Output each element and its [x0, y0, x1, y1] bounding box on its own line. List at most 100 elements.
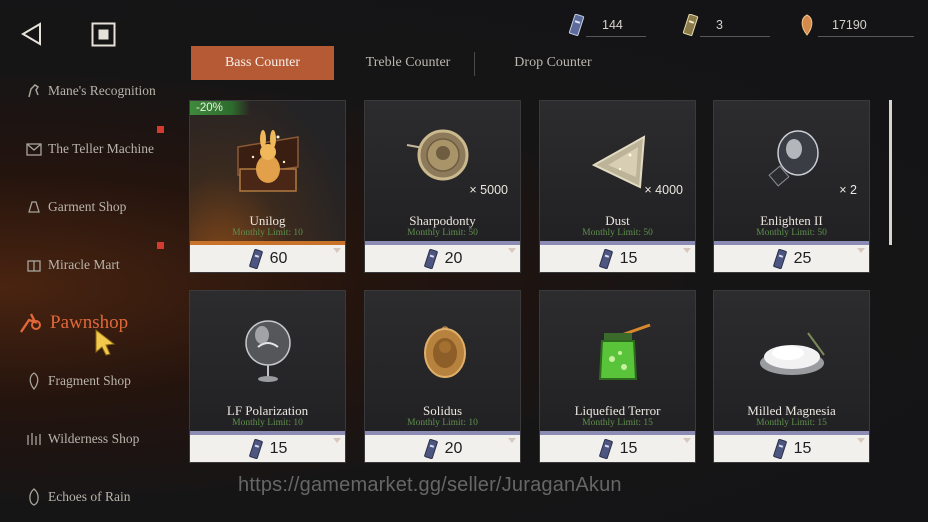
item-price-value: 15 [619, 440, 638, 457]
sidebar-item-garment-shop[interactable]: Garment Shop [24, 192, 126, 222]
item-price: 15 [540, 435, 695, 462]
home-button[interactable] [91, 22, 116, 47]
back-triangle-icon [21, 22, 41, 46]
shop-item-card-solidus[interactable]: Solidus Monthly Limit: 10 20 [364, 290, 521, 463]
currency-ticket-blue-value: 144 [602, 18, 623, 32]
item-monthly-limit: Monthly Limit: 15 [756, 418, 827, 428]
item-monthly-limit: Monthly Limit: 15 [582, 418, 653, 428]
item-price-value: 15 [619, 250, 638, 267]
grid-scrollbar[interactable] [889, 100, 892, 245]
item-price: 15 [190, 435, 345, 462]
currency-underline [586, 36, 646, 37]
sidebar-notification-badge [157, 126, 164, 133]
corner-marker-icon [683, 248, 691, 253]
shop-item-card-liquefied-terror[interactable]: Liquefied Terror Monthly Limit: 15 15 [539, 290, 696, 463]
ticket-blue-icon [248, 249, 263, 269]
item-monthly-limit: Monthly Limit: 10 [232, 418, 303, 428]
corner-marker-icon [508, 248, 516, 253]
item-name: Liquefied Terror [574, 403, 661, 418]
ticket-gold-icon [680, 14, 702, 36]
sidebar-item-label: Pawnshop [50, 312, 129, 333]
tab-treble-counter[interactable]: Treble Counter [344, 46, 472, 80]
item-price: 20 [365, 245, 520, 272]
mart-icon [24, 255, 44, 275]
corner-marker-icon [857, 248, 865, 253]
ticket-blue-icon [772, 249, 787, 269]
back-button[interactable] [20, 22, 44, 46]
item-name: Milled Magnesia [747, 403, 836, 418]
item-name: Enlighten II [760, 213, 823, 228]
item-monthly-limit: Monthly Limit: 50 [407, 228, 478, 238]
fragment-icon [24, 371, 44, 391]
ticket-blue-icon [423, 249, 438, 269]
sidebar-item-label: Miracle Mart [48, 257, 120, 272]
corner-marker-icon [857, 438, 865, 443]
sidebar-item-fragment-shop[interactable]: Fragment Shop [24, 366, 131, 396]
green-jar-icon [540, 291, 695, 403]
item-price-value: 20 [444, 250, 463, 267]
watermark-text: https://gamemarket.gg/seller/JuraganAkun [238, 474, 622, 496]
sidebar-item-wilderness-shop[interactable]: Wilderness Shop [24, 424, 139, 454]
corner-marker-icon [683, 438, 691, 443]
discount-badge: -20% [190, 101, 250, 115]
corner-marker-icon [333, 248, 341, 253]
tab-drop-counter[interactable]: Drop Counter [486, 46, 620, 80]
item-price-value: 20 [444, 440, 463, 457]
shop-item-card-enlighten-ii[interactable]: × 2 Enlighten II Monthly Limit: 50 25 [713, 100, 870, 273]
sidebar-item-teller-machine[interactable]: The Teller Machine [24, 134, 154, 164]
currency-underline [818, 36, 914, 37]
item-price-value: 15 [269, 440, 288, 457]
item-monthly-limit: Monthly Limit: 10 [407, 418, 478, 428]
wilderness-icon [24, 429, 44, 449]
sidebar-item-manes-recognition[interactable]: Mane's Recognition [24, 76, 156, 106]
item-monthly-limit: Monthly Limit: 50 [582, 228, 653, 238]
sidebar-notification-badge [157, 242, 164, 249]
item-name: Sharpodonty [409, 213, 476, 228]
item-name: LF Polarization [226, 403, 309, 418]
shop-item-card-milled-magnesia[interactable]: Milled Magnesia Monthly Limit: 15 15 [713, 290, 870, 463]
gold-medallion-icon [365, 291, 520, 403]
item-price: 25 [714, 245, 869, 272]
ticket-blue-icon [566, 14, 588, 36]
currency-oric[interactable]: 17190 [796, 12, 914, 38]
currency-ticket-gold-value: 3 [716, 18, 723, 32]
oric-shard-icon [796, 14, 818, 36]
garment-icon [24, 197, 44, 217]
corner-marker-icon [333, 438, 341, 443]
sidebar-item-miracle-mart[interactable]: Miracle Mart [24, 250, 120, 280]
golden-rabbit-box-icon [190, 101, 345, 213]
counter-tabs: Bass Counter Treble Counter Drop Counter [190, 46, 890, 80]
rain-icon [24, 487, 44, 507]
shop-item-card-lf-polarization[interactable]: LF Polarization Monthly Limit: 10 15 [189, 290, 346, 463]
shop-item-card-dust[interactable]: × 4000 Dust Monthly Limit: 50 15 [539, 100, 696, 273]
ticket-blue-icon [423, 439, 438, 459]
square-stop-icon [91, 22, 116, 47]
ticket-blue-icon [598, 249, 613, 269]
item-price-value: 15 [793, 440, 812, 457]
item-price: 15 [540, 245, 695, 272]
sidebar-item-label: Mane's Recognition [48, 83, 156, 98]
currency-ticket-gold[interactable]: 3 [680, 12, 770, 38]
glass-globe-icon [190, 291, 345, 403]
corner-marker-icon [508, 438, 516, 443]
shop-item-card-sharpodonty[interactable]: × 5000 Sharpodonty Monthly Limit: 50 20 [364, 100, 521, 273]
horse-icon [24, 81, 44, 101]
currency-ticket-blue[interactable]: 144 [566, 12, 646, 38]
item-price-value: 25 [793, 250, 812, 267]
currency-underline [700, 36, 770, 37]
item-price-value: 60 [269, 250, 288, 267]
sidebar-item-label: Fragment Shop [48, 373, 131, 388]
shop-item-card-unilog[interactable]: -20% Unilog Monthly Limit: 10 60 [189, 100, 346, 273]
item-quantity: × 2 [839, 183, 857, 197]
sidebar-item-label: Wilderness Shop [48, 431, 140, 446]
tab-bass-counter[interactable]: Bass Counter [191, 46, 334, 80]
item-price: 15 [714, 435, 869, 462]
item-price: 60 [190, 245, 345, 272]
item-price: 20 [365, 435, 520, 462]
item-monthly-limit: Monthly Limit: 50 [756, 228, 827, 238]
item-name: Solidus [422, 403, 462, 418]
sidebar-item-label: The Teller Machine [48, 141, 155, 156]
teller-icon [24, 139, 44, 159]
sidebar-item-echoes-of-rain[interactable]: Echoes of Rain [24, 482, 130, 512]
ticket-blue-icon [598, 439, 613, 459]
